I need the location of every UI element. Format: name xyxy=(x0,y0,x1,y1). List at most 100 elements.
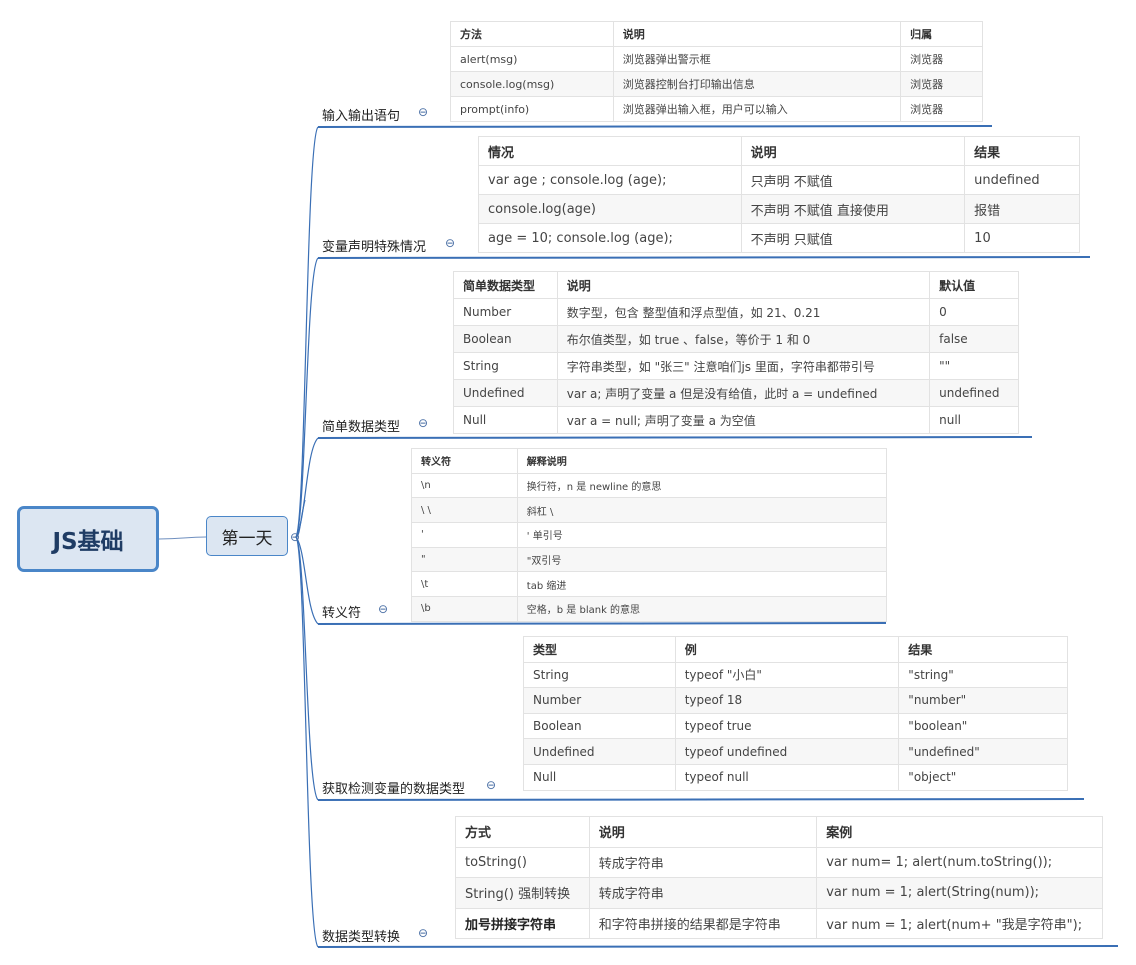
table-cell: Number xyxy=(523,687,676,714)
header-cell: 类型 xyxy=(523,636,676,663)
table-cell: null xyxy=(929,406,1019,434)
table-row: age = 10; console.log (age); 不声明 只赋值 10 xyxy=(478,223,1080,253)
table-cell: ' 单引号 xyxy=(516,522,888,548)
table-cell: \b xyxy=(411,596,518,622)
branch-label-variable[interactable]: 变量声明特殊情况 xyxy=(322,236,426,255)
table-cell: 转成字符串 xyxy=(588,877,818,909)
table-cell: "number" xyxy=(898,687,1068,714)
table-io: 方法 说明 归属 alert(msg) 浏览器弹出警示框 浏览器 console… xyxy=(450,21,983,122)
table-row: String typeof "小白" "string" xyxy=(523,661,1068,689)
root-node[interactable]: JS基础 xyxy=(17,506,159,572)
table-cell: 转成字符串 xyxy=(588,846,818,878)
table-row: alert(msg) 浏览器弹出警示框 浏览器 xyxy=(450,46,983,72)
table-row: Boolean typeof true "boolean" xyxy=(523,712,1068,740)
branch-label-io[interactable]: 输入输出语句 xyxy=(322,105,400,124)
table-row: var age ; console.log (age); 只声明 不赋值 und… xyxy=(478,165,1080,195)
table-cell: 0 xyxy=(929,298,1019,326)
header-cell: 案例 xyxy=(816,816,1103,848)
table-cell: var age ; console.log (age); xyxy=(478,165,742,195)
table-cell: Null xyxy=(453,406,558,434)
branch-label-escape[interactable]: 转义符 xyxy=(322,602,361,621)
branch-label-simple-types[interactable]: 简单数据类型 xyxy=(322,416,400,435)
table-cell: " xyxy=(411,546,518,573)
table-cell: "" xyxy=(929,352,1019,380)
collapse-icon[interactable]: ⊖ xyxy=(418,417,428,429)
table-row: \b 空格，b 是 blank 的意思 xyxy=(411,596,888,622)
table-row: \t tab 缩进 xyxy=(411,571,888,598)
table-cell: 浏览器 xyxy=(900,96,983,122)
header-cell: 说明 xyxy=(740,136,966,166)
header-cell: 解释说明 xyxy=(516,448,888,474)
collapse-icon[interactable]: ⊖ xyxy=(418,106,428,118)
table-row: Null var a = null; 声明了变量 a 为空值 null xyxy=(453,406,1019,434)
branch-label-conversion[interactable]: 数据类型转换 xyxy=(322,926,400,945)
branch-label-typeof[interactable]: 获取检测变量的数据类型 xyxy=(322,778,465,797)
table-cell: \t xyxy=(411,571,518,598)
header-cell: 说明 xyxy=(556,271,931,299)
table-cell: \n xyxy=(411,472,518,499)
collapse-icon[interactable]: ⊖ xyxy=(418,927,428,939)
table-cell: 浏览器弹出输入框，用户可以输入 xyxy=(612,96,902,122)
table-cell: "undefined" xyxy=(898,738,1068,765)
table-cell: 和字符串拼接的结果都是字符串 xyxy=(588,907,818,939)
collapse-icon[interactable]: ⊖ xyxy=(445,237,455,249)
header-cell: 情况 xyxy=(478,136,742,166)
table-cell: console.log(msg) xyxy=(450,71,614,97)
table-row: " "双引号 xyxy=(411,546,888,573)
table-cell: ' xyxy=(411,522,518,548)
table-cell: Undefined xyxy=(523,738,676,765)
table-cell: undefined xyxy=(964,165,1080,195)
table-typeof: 类型 例 结果 String typeof "小白" "string" Numb… xyxy=(523,636,1068,791)
header-cell: 例 xyxy=(674,636,900,663)
table-cell: var num = 1; alert(String(num)); xyxy=(816,877,1103,909)
table-cell: console.log(age) xyxy=(478,194,742,224)
table-escape: 转义符 解释说明 \n 换行符，n 是 newline 的意思 \ \ 斜杠 \… xyxy=(411,448,888,622)
table-row: console.log(msg) 浏览器控制台打印输出信息 浏览器 xyxy=(450,71,983,97)
table-cell: String xyxy=(453,352,558,380)
table-cell: "boolean" xyxy=(898,712,1068,740)
header-cell: 简单数据类型 xyxy=(453,271,558,299)
table-cell: String xyxy=(523,661,676,689)
table-cell: typeof true xyxy=(674,712,900,740)
table-row: Boolean 布尔值类型，如 true 、false，等价于 1 和 0 fa… xyxy=(453,325,1019,353)
header-cell: 默认值 xyxy=(929,271,1019,299)
table-simple-types: 简单数据类型 说明 默认值 Number 数字型，包含 整型值和浮点型值，如 2… xyxy=(453,271,1019,434)
table-cell: 不声明 只赋值 xyxy=(740,223,966,253)
collapse-icon[interactable]: ⊖ xyxy=(378,603,388,615)
header-cell: 说明 xyxy=(588,816,818,848)
collapse-icon[interactable]: ⊖ xyxy=(486,779,496,791)
table-cell: false xyxy=(929,325,1019,353)
table-header-row: 方法 说明 归属 xyxy=(450,21,983,47)
table-cell: Undefined xyxy=(453,379,558,407)
table-cell: typeof null xyxy=(674,763,900,791)
table-cell: var a; 声明了变量 a 但是没有给值，此时 a = undefined xyxy=(556,379,931,407)
table-header-row: 类型 例 结果 xyxy=(523,636,1068,663)
table-row: Number typeof 18 "number" xyxy=(523,687,1068,714)
table-cell: 斜杠 \ xyxy=(516,497,888,524)
table-cell: Number xyxy=(453,298,558,326)
header-cell: 归属 xyxy=(900,21,983,47)
table-cell: Boolean xyxy=(523,712,676,740)
table-cell: 浏览器 xyxy=(900,71,983,97)
table-row: Number 数字型，包含 整型值和浮点型值，如 21、0.21 0 xyxy=(453,298,1019,326)
table-header-row: 情况 说明 结果 xyxy=(478,136,1080,166)
table-cell: alert(msg) xyxy=(450,46,614,72)
header-cell: 转义符 xyxy=(411,448,518,474)
table-cell: var a = null; 声明了变量 a 为空值 xyxy=(556,406,931,434)
table-cell: var num= 1; alert(num.toString()); xyxy=(816,846,1103,878)
table-row: 加号拼接字符串 和字符串拼接的结果都是字符串 var num = 1; aler… xyxy=(455,907,1103,939)
table-cell: 布尔值类型，如 true 、false，等价于 1 和 0 xyxy=(556,325,931,353)
table-conversion: 方式 说明 案例 toString() 转成字符串 var num= 1; al… xyxy=(455,816,1103,939)
table-header-row: 简单数据类型 说明 默认值 xyxy=(453,271,1019,299)
table-cell: typeof 18 xyxy=(674,687,900,714)
table-row: console.log(age) 不声明 不赋值 直接使用 报错 xyxy=(478,194,1080,224)
table-cell: 浏览器弹出警示框 xyxy=(612,46,902,72)
collapse-icon[interactable]: ⊖ xyxy=(290,531,300,543)
table-cell: 浏览器控制台打印输出信息 xyxy=(612,71,902,97)
table-variable: 情况 说明 结果 var age ; console.log (age); 只声… xyxy=(478,136,1080,253)
table-cell: "双引号 xyxy=(516,546,888,573)
table-cell: String() 强制转换 xyxy=(455,877,590,909)
table-cell: tab 缩进 xyxy=(516,571,888,598)
day-one-node[interactable]: 第一天 xyxy=(206,516,288,556)
table-row: String 字符串类型，如 "张三" 注意咱们js 里面，字符串都带引号 "" xyxy=(453,352,1019,380)
